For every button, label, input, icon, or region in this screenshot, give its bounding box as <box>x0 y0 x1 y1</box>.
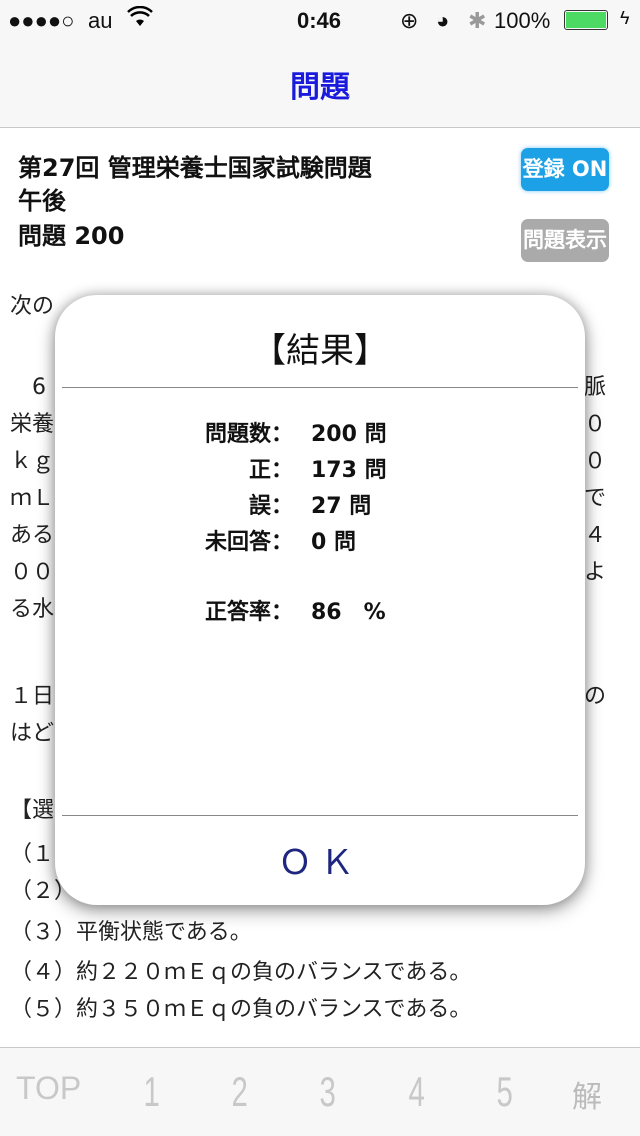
text-fragment: る水 <box>10 597 55 622</box>
signal-strength: ●●●●○ <box>8 8 75 33</box>
tab-choice-1[interactable]: 1 <box>144 1068 160 1116</box>
tab-answer[interactable]: 解 <box>572 1072 602 1116</box>
tab-choice-4[interactable]: 4 <box>409 1068 425 1116</box>
question-number: 問題 200 <box>18 222 125 250</box>
clock: 0:46 <box>297 8 342 33</box>
text-fragment: の <box>584 684 607 709</box>
value: 173 問 <box>311 458 387 483</box>
tab-choice-3[interactable]: 3 <box>320 1068 336 1116</box>
text-fragment: はど <box>10 721 55 746</box>
battery-percent: 100% <box>494 8 551 33</box>
carrier: au <box>88 8 113 33</box>
value: 86 % <box>311 600 386 625</box>
navigation-bar: 問題 <box>0 40 640 128</box>
result-accuracy: 正答率： 86 % <box>55 594 585 625</box>
divider <box>62 387 578 388</box>
tab-choice-2[interactable]: 2 <box>232 1068 248 1116</box>
show-question-button[interactable]: 問題表示 <box>521 219 609 262</box>
register-button[interactable]: 登録 ON <box>521 148 609 191</box>
text-fragment: ｍＬ <box>10 486 55 511</box>
text-fragment: よ <box>584 560 607 585</box>
bluetooth-icon: ✱ <box>468 8 487 33</box>
charging-icon: ϟ <box>620 8 630 28</box>
label: 正： <box>248 458 293 483</box>
text-fragment: 次の <box>10 294 55 319</box>
result-unanswered: 未回答： 0 問 <box>55 524 585 555</box>
result-correct: 正： 173 問 <box>55 452 585 483</box>
alarm-icon: ◕ <box>436 8 450 33</box>
result-total: 問題数： 200 問 <box>55 416 585 447</box>
tab-bar: TOP 1 2 3 4 5 解 <box>0 1047 640 1136</box>
text-fragment: ０ <box>584 412 607 437</box>
text-fragment: ０ <box>584 449 607 474</box>
wifi-icon <box>127 5 153 34</box>
text-fragment: 脈 <box>584 375 607 400</box>
choice-3: （３）平衡状態である。 <box>10 920 252 945</box>
value: 27 問 <box>311 494 372 519</box>
page-title: 問題 <box>290 70 350 105</box>
result-dialog: 【結果】 問題数： 200 問 正： 173 問 誤： 27 問 未回答： 0 問 正答… <box>55 295 585 905</box>
label: 正答率： <box>204 600 293 625</box>
choice-4: （４）約２２０ｍＥｑの負のバランスである。 <box>10 960 472 985</box>
text-fragment: ある <box>10 523 55 548</box>
text-fragment: ４ <box>584 523 607 548</box>
rotation-lock-icon: ⊕ <box>400 8 419 33</box>
ok-button[interactable]: ＯＫ <box>55 835 585 884</box>
value: 0 問 <box>311 530 356 555</box>
exam-session: 午後 <box>18 187 66 215</box>
tab-top[interactable]: TOP <box>16 1070 81 1107</box>
text-fragment: 6 <box>10 375 46 400</box>
text-fragment: １日 <box>10 684 55 709</box>
choice-5: （５）約３５０ｍＥｑの負のバランスである。 <box>10 997 472 1022</box>
text-fragment: ｋｇ <box>10 449 55 474</box>
text-fragment: 【選 <box>10 798 55 823</box>
battery-icon <box>564 10 608 30</box>
value: 200 問 <box>311 422 387 447</box>
result-wrong: 誤： 27 問 <box>55 488 585 519</box>
tab-choice-5[interactable]: 5 <box>497 1068 513 1116</box>
text-fragment: ００ <box>10 560 55 585</box>
text-fragment: で <box>584 486 607 511</box>
divider <box>62 815 578 816</box>
label: 誤： <box>248 494 293 519</box>
text-fragment: 栄養 <box>10 412 55 437</box>
status-bar: ●●●●○ au 0:46 ⊕ ◕ ✱ 100% ϟ <box>0 0 640 40</box>
dialog-title: 【結果】 <box>252 331 388 371</box>
choice-1: （１ <box>10 842 55 867</box>
label: 未回答： <box>204 530 293 555</box>
label: 問題数： <box>204 422 293 447</box>
exam-title: 第27回 管理栄養士国家試験問題 <box>18 154 372 182</box>
